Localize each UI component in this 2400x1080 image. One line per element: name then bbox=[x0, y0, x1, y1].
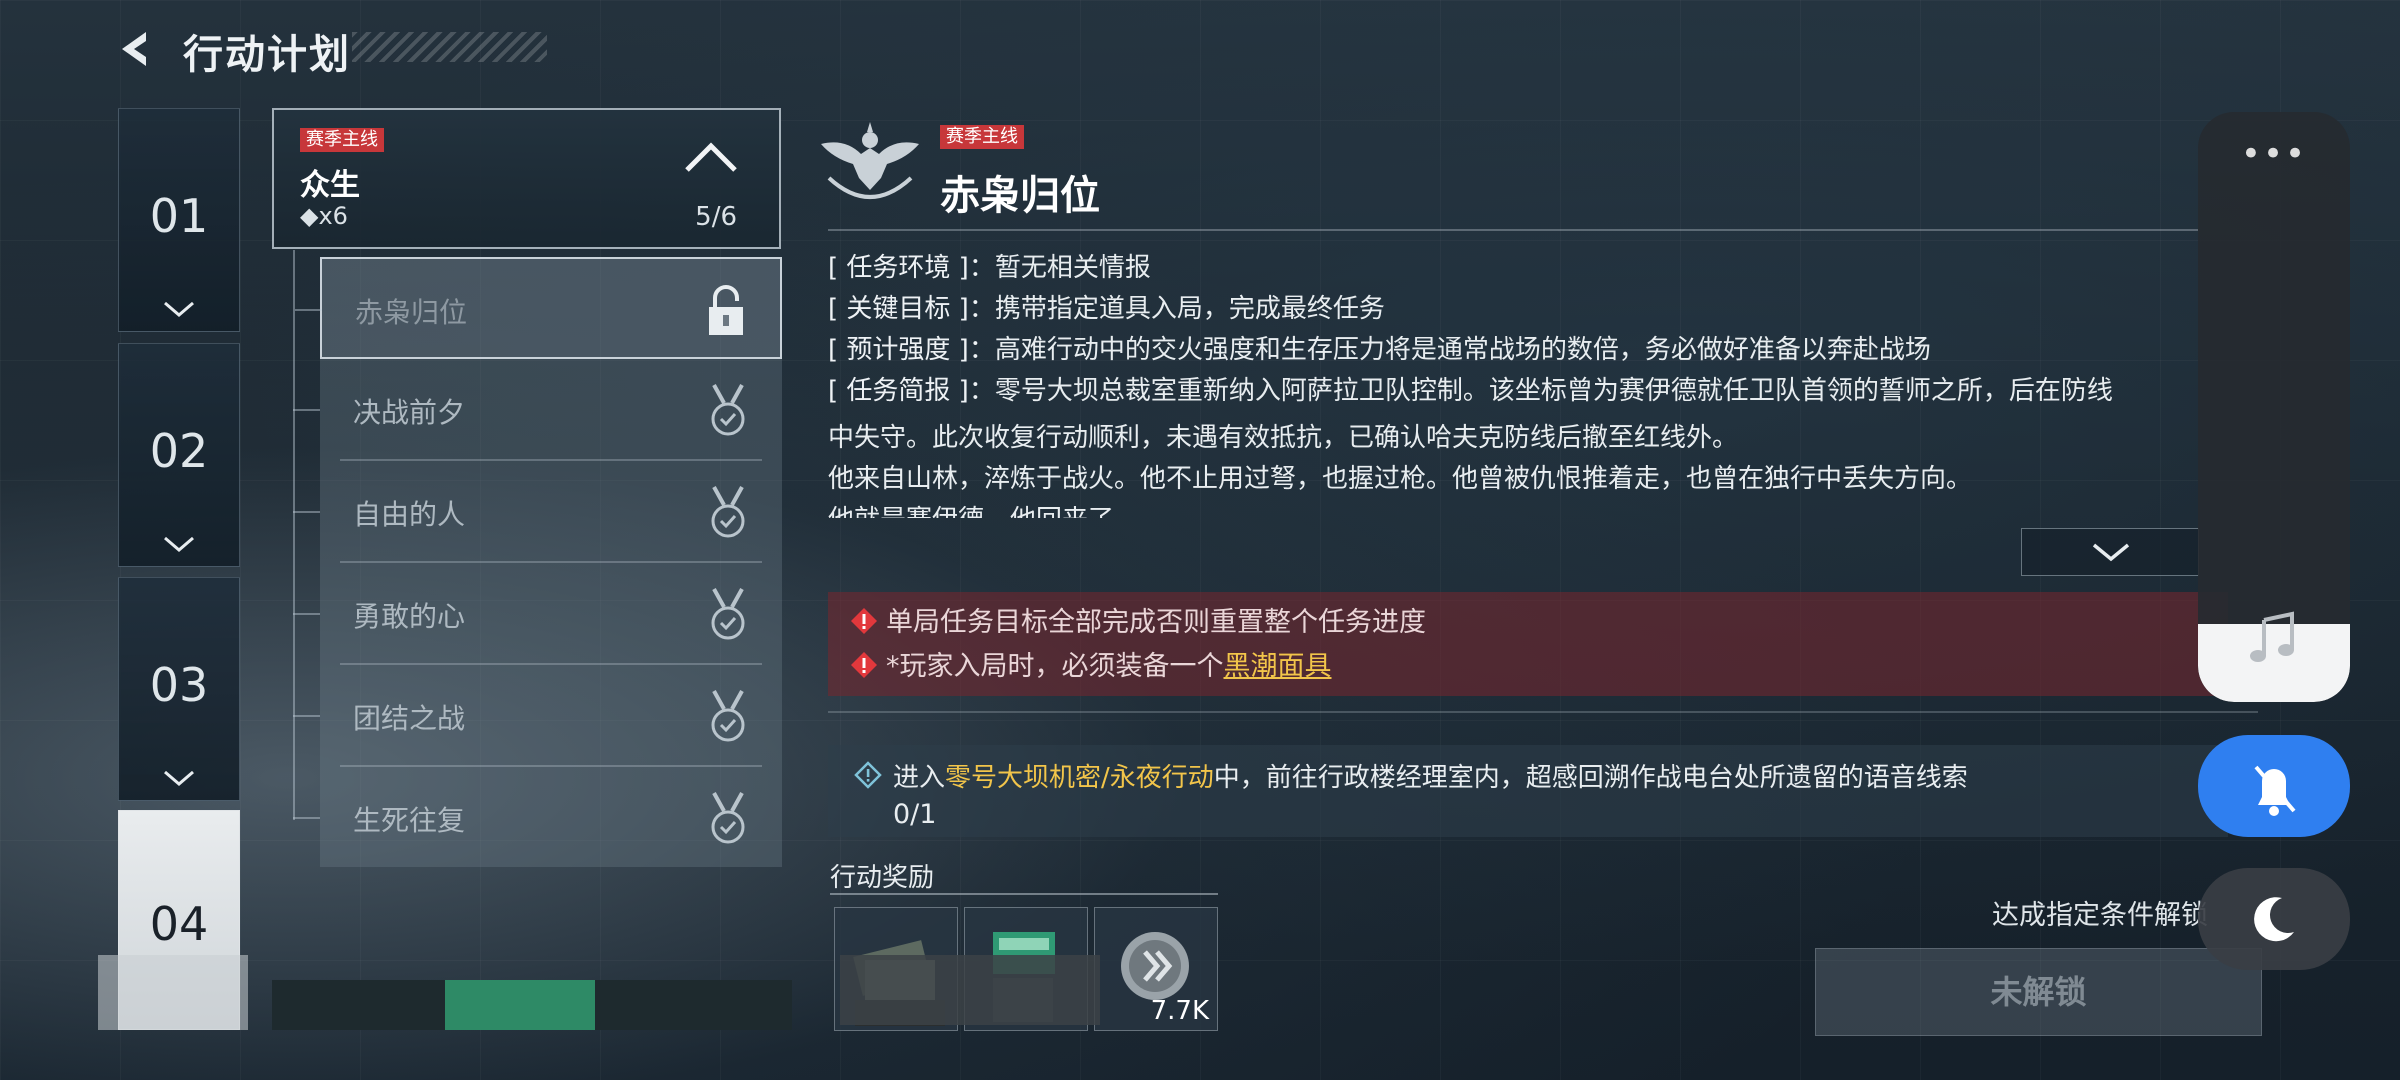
mission-item-juezhan[interactable]: 决战前夕 bbox=[293, 359, 782, 461]
completed-medal-icon bbox=[711, 384, 745, 436]
mission-group-count: ◆x6 bbox=[300, 202, 348, 230]
info-intensity: [ 预计强度 ]：高难行动中的交火强度和生存压力将是通常战场的数倍，务必做好准备… bbox=[828, 330, 2208, 370]
mission-group-name: 众生 bbox=[300, 168, 360, 203]
pixelated-region bbox=[445, 980, 595, 1030]
mission-item-shengsi[interactable]: 生死往复 bbox=[293, 767, 782, 867]
moon-icon bbox=[2254, 897, 2294, 942]
mission-item-yonggan[interactable]: 勇敢的心 bbox=[293, 563, 782, 665]
back-button[interactable] bbox=[112, 24, 162, 74]
info-value: 暂无相关情报 bbox=[994, 253, 1151, 283]
completed-medal-icon bbox=[711, 486, 745, 538]
back-arrow-icon bbox=[122, 32, 146, 66]
completed-medal-icon bbox=[711, 792, 745, 844]
warning-text: 单局任务目标全部完成否则重置整个任务进度 bbox=[886, 607, 1426, 638]
warning-icon bbox=[851, 652, 877, 678]
task-text: 进入零号大坝机密/永夜行动中，前往行政楼经理室内，超感回溯作战电台处所遗留的语音… bbox=[893, 757, 1968, 794]
mission-item-tuanjie[interactable]: 团结之战 bbox=[293, 665, 782, 767]
task-objective: 进入零号大坝机密/永夜行动中，前往行政楼经理室内，超感回溯作战电台处所遗留的语音… bbox=[828, 745, 2228, 837]
title-decoration bbox=[352, 32, 547, 62]
mission-label: 决战前夕 bbox=[353, 396, 466, 429]
chapter-number: 01 bbox=[149, 189, 209, 243]
tree-branch bbox=[293, 817, 320, 819]
mission-label: 团结之战 bbox=[353, 702, 466, 735]
description-line: 他就是赛伊德，他回来了。 bbox=[828, 500, 2208, 518]
mission-group-progress: 5/6 bbox=[695, 202, 737, 232]
chevron-up-icon[interactable] bbox=[683, 138, 739, 174]
task-suffix: 中，前往行政楼经理室内，超感回溯作战电台处所遗留的语音线索 bbox=[1213, 763, 1968, 793]
reward-amount: 7.7K bbox=[1150, 996, 1209, 1026]
warning-text: *玩家入局时，必须装备一个 bbox=[886, 651, 1224, 682]
mission-item-chixiao[interactable]: 赤枭归位 bbox=[295, 257, 782, 359]
more-options-icon[interactable]: ••• bbox=[2198, 134, 2350, 174]
tree-branch bbox=[293, 613, 320, 615]
info-environment: [ 任务环境 ]：暂无相关情报 bbox=[828, 248, 2208, 288]
chapter-tab-01[interactable]: 01 bbox=[118, 108, 240, 332]
mission-description: 中失守。此次收复行动顺利，未遇有效抵抗，已确认哈夫克防线后撤至红线外。 他来自山… bbox=[828, 418, 2208, 518]
warning-row: *玩家入局时，必须装备一个黑潮面具 bbox=[850, 644, 1332, 683]
info-value: 高难行动中的交火强度和生存压力将是通常战场的数倍，务必做好准备以奔赴战场 bbox=[994, 335, 1931, 365]
warning-box: 单局任务目标全部完成否则重置整个任务进度 *玩家入局时，必须装备一个黑潮面具 bbox=[828, 592, 2228, 696]
description-line: 他来自山林，淬炼于战火。他不止用过弩，也握过枪。他曾被仇恨推着走，也曾在独行中丢… bbox=[828, 464, 1973, 494]
rewards-title: 行动奖励 bbox=[830, 863, 935, 893]
chevron-down-icon bbox=[119, 534, 239, 558]
tree-branch bbox=[293, 715, 320, 717]
info-key-objective: [ 关键目标 ]：携带指定道具入局，完成最终任务 bbox=[828, 289, 2208, 329]
mission-item-ziyou[interactable]: 自由的人 bbox=[293, 461, 782, 563]
season-main-tag: 赛季主线 bbox=[940, 125, 1024, 149]
chapter-number: 04 bbox=[149, 897, 209, 951]
completed-medal-icon bbox=[711, 690, 745, 742]
tree-connector bbox=[293, 250, 295, 820]
eagle-emblem-icon bbox=[821, 122, 919, 199]
night-mode-toggle[interactable] bbox=[2198, 868, 2350, 970]
page-title: 行动计划 bbox=[183, 32, 351, 78]
mission-label: 自由的人 bbox=[353, 498, 466, 531]
info-key: [ 任务简报 ]： bbox=[828, 376, 995, 406]
mission-label: 赤枭归位 bbox=[355, 296, 468, 329]
mission-label: 勇敢的心 bbox=[353, 600, 466, 633]
chapter-tab-03[interactable]: 03 bbox=[118, 577, 240, 801]
music-note-icon[interactable] bbox=[2246, 610, 2302, 666]
mission-title: 赤枭归位 bbox=[940, 173, 1100, 219]
expand-description-button[interactable] bbox=[2021, 528, 2199, 576]
info-value: 携带指定道具入局，完成最终任务 bbox=[994, 294, 1385, 324]
info-value: 零号大坝总裁室重新纳入阿萨拉卫队控制。该坐标曾为赛伊德就任卫队首领的誓师之所，后… bbox=[994, 376, 2113, 406]
tree-branch bbox=[293, 409, 320, 411]
info-diamond-icon bbox=[854, 761, 882, 789]
rewards-divider bbox=[830, 893, 1218, 895]
task-prefix: 进入 bbox=[893, 763, 946, 793]
chevron-down-icon bbox=[119, 299, 239, 323]
chevron-down-icon bbox=[119, 768, 239, 792]
season-main-tag: 赛季主线 bbox=[300, 128, 384, 152]
mute-toggle[interactable] bbox=[2198, 735, 2350, 837]
info-key: [ 关键目标 ]： bbox=[828, 294, 995, 324]
reward-item[interactable]: 7.7K bbox=[1094, 907, 1218, 1031]
description-line: 中失守。此次收复行动顺利，未遇有效抵抗，已确认哈夫克防线后撤至红线外。 bbox=[828, 423, 1739, 453]
chevron-down-icon bbox=[2092, 543, 2130, 562]
bell-off-icon bbox=[2254, 765, 2296, 816]
tree-branch bbox=[295, 309, 322, 311]
task-progress: 0/1 bbox=[893, 799, 937, 830]
tree-branch bbox=[293, 511, 320, 513]
task-map-highlight: 零号大坝机密/永夜行动 bbox=[945, 763, 1214, 793]
warning-row: 单局任务目标全部完成否则重置整个任务进度 bbox=[850, 600, 1426, 639]
info-key: [ 预计强度 ]： bbox=[828, 335, 995, 365]
pixelated-region bbox=[840, 955, 1100, 1025]
black-tide-mask-link[interactable]: 黑潮面具 bbox=[1224, 651, 1332, 682]
chapter-number: 02 bbox=[149, 424, 209, 478]
chapter-tab-02[interactable]: 02 bbox=[118, 343, 240, 567]
chapter-number: 03 bbox=[149, 658, 209, 712]
info-briefing: [ 任务简报 ]：零号大坝总裁室重新纳入阿萨拉卫队控制。该坐标曾为赛伊德就任卫队… bbox=[828, 371, 2208, 411]
section-divider bbox=[828, 711, 2258, 713]
mission-group-header[interactable]: 赛季主线 众生 ◆x6 5/6 bbox=[272, 108, 781, 249]
mission-label: 生死往复 bbox=[353, 804, 466, 837]
unlock-hint: 达成指定条件解锁 bbox=[1992, 900, 2208, 931]
completed-medal-icon bbox=[711, 588, 745, 640]
unlock-button[interactable]: 未解锁 bbox=[1815, 948, 2262, 1036]
lock-icon bbox=[709, 285, 743, 335]
info-key: [ 任务环境 ]： bbox=[828, 253, 995, 283]
warning-icon bbox=[851, 608, 877, 634]
title-divider bbox=[828, 229, 2198, 231]
pixelated-region bbox=[98, 955, 248, 1030]
